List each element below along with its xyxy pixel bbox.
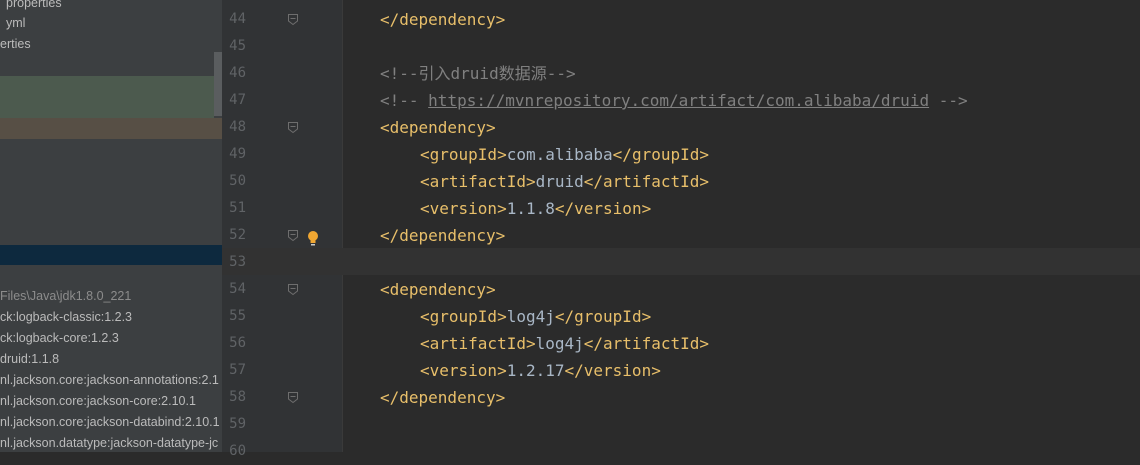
library-item-jackson-datatype[interactable]: nl.jackson.datatype:jackson-datatype-jc bbox=[0, 433, 218, 452]
code-line-48: <dependency> bbox=[380, 114, 496, 141]
xml-tag: </groupId> bbox=[612, 145, 709, 164]
current-line-highlight bbox=[222, 248, 1140, 275]
xml-tag: <artifactId> bbox=[420, 172, 536, 191]
line-number-52: 52 bbox=[229, 227, 246, 243]
line-number-55: 55 bbox=[229, 308, 246, 324]
line-number-47: 47 bbox=[229, 92, 246, 108]
xml-tag: <dependency> bbox=[380, 118, 496, 137]
xml-tag: </artifactId> bbox=[583, 334, 709, 353]
gutter-separator bbox=[342, 0, 343, 452]
code-line-52: </dependency> bbox=[380, 222, 505, 249]
xml-text: log4j bbox=[535, 334, 584, 353]
library-item-jackson-core[interactable]: nl.jackson.core:jackson-core:2.10.1 bbox=[0, 391, 196, 412]
library-item-jackson-databind[interactable]: nl.jackson.core:jackson-databind:2.10.1 bbox=[0, 412, 220, 433]
code-line-54: <dependency> bbox=[380, 276, 496, 303]
xml-text: 1.1.8 bbox=[506, 199, 555, 218]
line-number-49: 49 bbox=[229, 146, 246, 162]
line-number-46: 46 bbox=[229, 65, 246, 81]
xml-comment: <!--引入druid数据源--> bbox=[380, 64, 576, 83]
xml-tag: </artifactId> bbox=[583, 172, 709, 191]
code-line-57: <version>1.2.17</version> bbox=[420, 357, 661, 384]
library-item-logback-classic[interactable]: ck:logback-classic:1.2.3 bbox=[0, 307, 132, 328]
xml-tag: <version> bbox=[420, 361, 507, 380]
code-link[interactable]: https://mvnrepository.com/artifact/com.a… bbox=[428, 91, 929, 110]
xml-tag: <groupId> bbox=[420, 145, 507, 164]
xml-tag: </version> bbox=[564, 361, 661, 380]
xml-comment: --> bbox=[929, 91, 968, 110]
line-number-53: 53 bbox=[229, 254, 246, 270]
fold-marker-icon[interactable] bbox=[287, 276, 299, 303]
line-number-56: 56 bbox=[229, 335, 246, 351]
line-number-54: 54 bbox=[229, 281, 246, 297]
xml-tag: <dependency> bbox=[380, 280, 496, 299]
code-line-51: <version>1.1.8</version> bbox=[420, 195, 651, 222]
line-number-45: 45 bbox=[229, 38, 246, 54]
xml-tag: </dependency> bbox=[380, 10, 506, 29]
fold-marker-icon[interactable] bbox=[287, 114, 299, 141]
tree-item-properties[interactable]: properties bbox=[6, 0, 62, 14]
xml-text: log4j bbox=[506, 307, 555, 326]
library-item-jackson-annotations[interactable]: nl.jackson.core:jackson-annotations:2.1 bbox=[0, 370, 219, 391]
line-number-50: 50 bbox=[229, 173, 246, 189]
xml-comment: <!-- bbox=[380, 91, 429, 110]
xml-text: druid bbox=[535, 172, 584, 191]
fold-marker-icon[interactable] bbox=[287, 6, 299, 33]
xml-tag: </dependency> bbox=[380, 388, 506, 407]
xml-text: 1.2.17 bbox=[506, 361, 565, 380]
tree-selection-band bbox=[0, 76, 214, 118]
code-line-50: <artifactId>druid</artifactId> bbox=[420, 168, 709, 195]
line-number-58: 58 bbox=[229, 389, 246, 405]
xml-tag: </version> bbox=[554, 199, 652, 218]
code-line-44: </dependency> bbox=[380, 6, 505, 33]
xml-tag: </groupId> bbox=[554, 307, 652, 326]
line-number-57: 57 bbox=[229, 362, 246, 378]
tree-focus-band bbox=[0, 245, 222, 265]
tree-scrollbar-thumb[interactable] bbox=[214, 52, 222, 116]
xml-tag: <version> bbox=[420, 199, 507, 218]
project-tree-panel: properties yml erties Files\Java\jdk1.8.… bbox=[0, 0, 222, 452]
line-number-59: 59 bbox=[229, 416, 246, 432]
line-number-48: 48 bbox=[229, 119, 246, 135]
intention-bulb-icon[interactable] bbox=[306, 229, 320, 249]
library-item-jdk[interactable]: Files\Java\jdk1.8.0_221 bbox=[0, 286, 131, 307]
tree-highlight-band bbox=[0, 118, 222, 139]
tree-item-erties[interactable]: erties bbox=[0, 34, 31, 55]
xml-tag: <groupId> bbox=[420, 307, 507, 326]
code-line-55: <groupId>log4j</groupId> bbox=[420, 303, 651, 330]
library-item-druid[interactable]: druid:1.1.8 bbox=[0, 349, 59, 370]
library-item-logback-core[interactable]: ck:logback-core:1.2.3 bbox=[0, 328, 119, 349]
code-line-56: <artifactId>log4j</artifactId> bbox=[420, 330, 709, 357]
code-line-58: </dependency> bbox=[380, 384, 505, 411]
xml-text: com.alibaba bbox=[506, 145, 613, 164]
line-number-51: 51 bbox=[229, 200, 246, 216]
xml-tag: <artifactId> bbox=[420, 334, 536, 353]
line-number-44: 44 bbox=[229, 11, 246, 27]
code-line-49: <groupId>com.alibaba</groupId> bbox=[420, 141, 709, 168]
code-line-46: <!--引入druid数据源--> bbox=[380, 60, 576, 87]
code-line-47: <!-- https://mvnrepository.com/artifact/… bbox=[380, 87, 968, 114]
tree-item-yml[interactable]: yml bbox=[6, 13, 25, 34]
fold-marker-icon[interactable] bbox=[287, 384, 299, 411]
fold-marker-icon[interactable] bbox=[287, 222, 299, 249]
xml-tag: </dependency> bbox=[380, 226, 506, 245]
